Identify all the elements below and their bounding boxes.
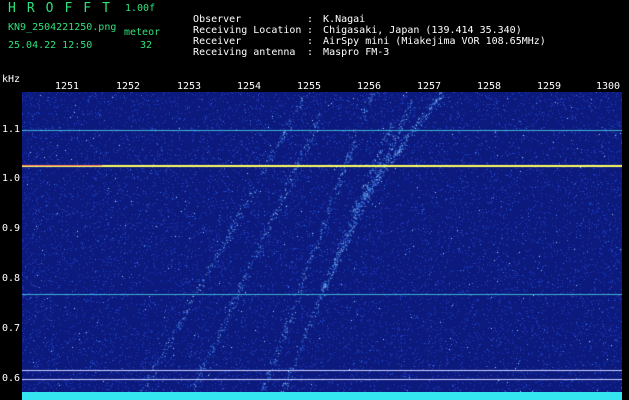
capture-datetime: 25.04.22 12:50	[8, 40, 93, 51]
y-tick-label: 0.6	[2, 373, 21, 384]
file-name: KN9_2504221250.png	[8, 22, 117, 33]
y-tick-label: 0.8	[2, 273, 21, 284]
app-title: HROFFT	[8, 1, 121, 16]
signal-level-bar	[22, 392, 622, 400]
y-tick-label: 0.9	[2, 223, 21, 234]
x-tick-label: 1255	[297, 81, 322, 92]
x-tick-label: 1258	[477, 81, 502, 92]
x-tick-label: 1257	[417, 81, 442, 92]
x-tick-label: 1259	[537, 81, 562, 92]
y-tick-label: 0.7	[2, 323, 21, 334]
info-row-antenna: Receiving antenna: Maspro FM-3	[181, 38, 389, 58]
y-tick-label: 1.1	[2, 124, 21, 135]
y-axis-unit: kHz	[2, 74, 21, 85]
spectrogram-plot	[22, 92, 622, 392]
x-tick-label: 1254	[237, 81, 262, 92]
version-label: 1.00f	[125, 3, 156, 14]
x-tick-label: 1253	[177, 81, 202, 92]
y-tick-label: 1.0	[2, 173, 21, 184]
meteor-count: 32	[140, 40, 153, 51]
x-tick-label: 1252	[116, 81, 141, 92]
info-colon: :	[307, 47, 314, 58]
info-label: Receiving antenna	[193, 47, 296, 58]
meteor-label: meteor	[124, 27, 161, 38]
x-tick-label: 1251	[55, 81, 80, 92]
x-tick-label: 1300	[596, 81, 621, 92]
x-tick-label: 1256	[357, 81, 382, 92]
info-value: Maspro FM-3	[323, 47, 390, 58]
